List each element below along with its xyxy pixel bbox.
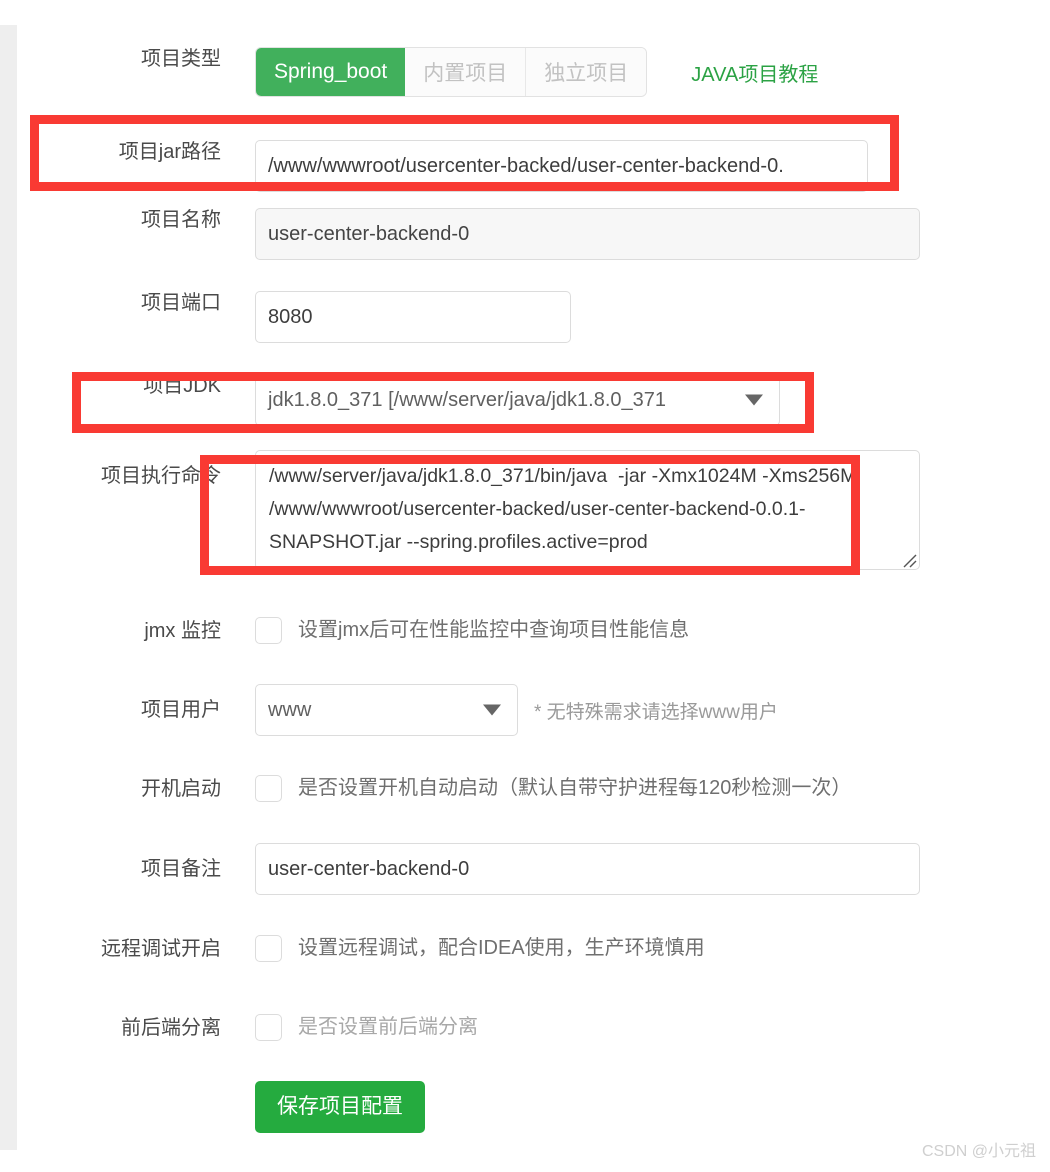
project-type-field: Spring_boot 内置项目 独立项目 JAVA项目教程: [255, 47, 818, 97]
label-jar-path: 项目jar路径: [118, 141, 221, 163]
project-name-input[interactable]: user-center-backend-0: [255, 208, 920, 260]
save-field: 保存项目配置: [255, 1081, 425, 1133]
label-project-type: 项目类型: [141, 48, 221, 70]
project-jdk-field: jdk1.8.0_371 [/www/server/java/jdk1.8.0_…: [255, 374, 780, 426]
jmx-hint: 设置jmx后可在性能监控中查询项目性能信息: [298, 619, 690, 641]
page-root: 项目类型 Spring_boot 内置项目 独立项目 JAVA项目教程 项目ja…: [0, 0, 1050, 1172]
front-back-split-hint: 是否设置前后端分离: [298, 1016, 478, 1038]
exec-command-field: [255, 450, 920, 570]
chevron-down-icon: [745, 394, 763, 406]
project-name-field: user-center-backend-0: [255, 208, 920, 260]
label-front-back-split: 前后端分离: [121, 1016, 221, 1039]
chevron-down-icon: [483, 704, 501, 716]
tab-spring-boot[interactable]: Spring_boot: [256, 48, 406, 96]
java-tutorial-link[interactable]: JAVA项目教程: [691, 58, 818, 87]
row-project-type: 项目类型 Spring_boot 内置项目 独立项目 JAVA项目教程: [38, 47, 818, 97]
label-project-user: 项目用户: [141, 699, 221, 721]
row-boot-start: 开机启动 是否设置开机自动启动（默认自带守护进程每120秒检测一次）: [38, 775, 851, 802]
jmx-checkbox[interactable]: [255, 617, 282, 644]
project-port-input[interactable]: 8080: [255, 291, 571, 343]
boot-start-field: 是否设置开机自动启动（默认自带守护进程每120秒检测一次）: [255, 775, 851, 802]
row-remark: 项目备注 user-center-backend-0: [38, 843, 920, 895]
project-jdk-select[interactable]: jdk1.8.0_371 [/www/server/java/jdk1.8.0_…: [255, 374, 780, 426]
exec-command-textarea[interactable]: [255, 450, 920, 570]
project-port-field: 8080: [255, 291, 571, 343]
project-user-note: * 无特殊需求请选择www用户: [534, 701, 778, 723]
boot-start-hint: 是否设置开机自动启动（默认自带守护进程每120秒检测一次）: [298, 777, 852, 799]
front-back-split-field: 是否设置前后端分离: [255, 1014, 478, 1041]
label-project-name: 项目名称: [141, 209, 221, 231]
row-jmx: jmx 监控 设置jmx后可在性能监控中查询项目性能信息: [38, 617, 689, 644]
project-type-tabs[interactable]: Spring_boot 内置项目 独立项目: [255, 47, 648, 97]
row-project-port: 项目端口 8080: [38, 291, 571, 343]
row-remote-debug: 远程调试开启 设置远程调试，配合IDEA使用，生产环境慎用: [38, 935, 705, 962]
watermark: CSDN @小元祖: [921, 1143, 1036, 1160]
tab-builtin-project[interactable]: 内置项目: [405, 48, 527, 96]
remark-field: user-center-backend-0: [255, 843, 920, 895]
label-project-port: 项目端口: [141, 292, 221, 314]
label-boot-start: 开机启动: [141, 777, 221, 800]
remote-debug-field: 设置远程调试，配合IDEA使用，生产环境慎用: [255, 935, 705, 962]
project-user-select[interactable]: www: [255, 684, 518, 736]
row-project-jdk: 项目JDK jdk1.8.0_371 [/www/server/java/jdk…: [38, 374, 780, 426]
tab-standalone-project[interactable]: 独立项目: [526, 48, 647, 96]
label-remark: 项目备注: [141, 858, 221, 880]
label-remote-debug: 远程调试开启: [101, 937, 221, 960]
remote-debug-hint: 设置远程调试，配合IDEA使用，生产环境慎用: [298, 937, 705, 959]
row-front-back-split: 前后端分离 是否设置前后端分离: [38, 1014, 478, 1041]
row-project-name: 项目名称 user-center-backend-0: [38, 208, 920, 260]
left-gutter: [0, 25, 17, 1150]
boot-start-checkbox[interactable]: [255, 775, 282, 802]
front-back-split-checkbox[interactable]: [255, 1014, 282, 1041]
row-project-user: 项目用户 www * 无特殊需求请选择www用户: [38, 684, 778, 736]
label-project-jdk: 项目JDK: [143, 375, 221, 397]
jar-path-field: /www/wwwroot/usercenter-backed/user-cent…: [255, 140, 868, 192]
remark-input[interactable]: user-center-backend-0: [255, 843, 920, 895]
project-user-field: www * 无特殊需求请选择www用户: [255, 684, 778, 736]
row-jar-path: 项目jar路径 /www/wwwroot/usercenter-backed/u…: [38, 140, 868, 192]
save-button[interactable]: 保存项目配置: [255, 1081, 425, 1133]
remote-debug-checkbox[interactable]: [255, 935, 282, 962]
label-jmx: jmx 监控: [144, 619, 221, 642]
project-user-value: www: [268, 699, 312, 721]
row-exec-command: 项目执行命令: [38, 450, 920, 570]
jmx-field: 设置jmx后可在性能监控中查询项目性能信息: [255, 617, 689, 644]
row-save: 保存项目配置: [38, 1081, 425, 1133]
jar-path-input[interactable]: /www/wwwroot/usercenter-backed/user-cent…: [255, 140, 868, 192]
project-jdk-value: jdk1.8.0_371 [/www/server/java/jdk1.8.0_…: [268, 389, 667, 411]
label-exec-command: 项目执行命令: [101, 465, 221, 487]
